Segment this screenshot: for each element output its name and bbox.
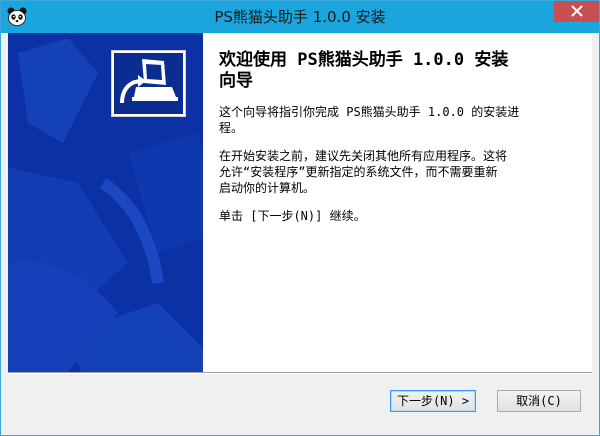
window-title: PS熊猫头助手 1.0.0 安装 [214, 8, 386, 26]
heading-line-1: 欢迎使用 PS熊猫头助手 1.0.0 安装 [219, 50, 509, 70]
continue-instruction: 单击 [下一步(N)] 继续。 [219, 209, 366, 223]
close-button[interactable] [554, 1, 599, 22]
advice-paragraph: 在开始安装之前，建议先关闭其他所有应用程序。这将 允许“安装程序”更新指定的系统… [219, 148, 581, 196]
intro-line-1: 这个向导将指引你完成 PS熊猫头助手 1.0.0 的安装进 [219, 105, 520, 119]
title-bar[interactable]: PS熊猫头助手 1.0.0 安装 [1, 1, 599, 33]
next-button[interactable]: 下一步(N) > [390, 390, 476, 412]
installer-logo [111, 50, 186, 117]
close-icon [570, 2, 583, 21]
welcome-heading: 欢迎使用 PS熊猫头助手 1.0.0 安装 向导 [219, 50, 581, 92]
side-banner [8, 33, 203, 372]
welcome-content: 欢迎使用 PS熊猫头助手 1.0.0 安装 向导 这个向导将指引你完成 PS熊猫… [219, 50, 581, 236]
intro-paragraph: 这个向导将指引你完成 PS熊猫头助手 1.0.0 的安装进 程。 [219, 104, 581, 136]
advice-line-3: 启动你的计算机。 [219, 181, 316, 195]
advice-line-2: 允许“安装程序”更新指定的系统文件，而不需要重新 [219, 165, 498, 179]
installer-window: PS熊猫头助手 1.0.0 安装 欢迎使用 PS熊猫头助手 1.0.0 安装 向… [0, 0, 600, 436]
cancel-button[interactable]: 取消(C) [497, 390, 581, 412]
heading-line-2: 向导 [219, 71, 253, 91]
intro-line-2: 程。 [219, 121, 244, 135]
advice-line-1: 在开始安装之前，建议先关闭其他所有应用程序。这将 [219, 149, 508, 163]
welcome-page: 欢迎使用 PS熊猫头助手 1.0.0 安装 向导 这个向导将指引你完成 PS熊猫… [8, 33, 592, 372]
wizard-client-area: 欢迎使用 PS熊猫头助手 1.0.0 安装 向导 这个向导将指引你完成 PS熊猫… [8, 33, 592, 430]
button-area-divider [8, 372, 592, 374]
